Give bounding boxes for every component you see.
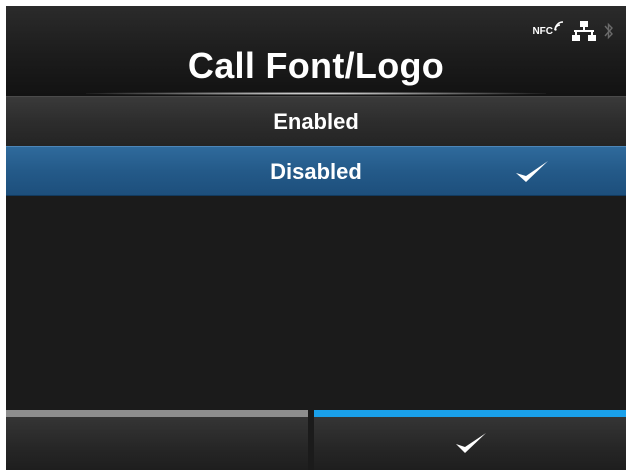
option-disabled[interactable]: Disabled xyxy=(6,146,626,196)
page-title: Call Font/Logo xyxy=(187,45,445,86)
network-icon xyxy=(572,21,596,41)
status-icons: NFC xyxy=(532,20,614,42)
option-list: Enabled Disabled xyxy=(6,96,626,196)
printer-display: Call Font/Logo NFC Enabled Disabled xyxy=(6,6,626,470)
bluetooth-icon xyxy=(604,22,613,40)
check-icon xyxy=(516,161,548,182)
check-icon xyxy=(456,433,486,453)
header-divider xyxy=(86,92,546,95)
header: Call Font/Logo NFC xyxy=(6,6,626,96)
option-label: Enabled xyxy=(273,109,359,134)
nfc-label: NFC xyxy=(532,25,553,37)
option-label: Disabled xyxy=(270,159,362,184)
softkey-left[interactable] xyxy=(6,410,308,470)
option-enabled[interactable]: Enabled xyxy=(6,96,626,146)
nfc-icon: NFC xyxy=(532,20,564,37)
confirm-button[interactable] xyxy=(314,410,626,470)
softkey-bar xyxy=(6,410,626,470)
